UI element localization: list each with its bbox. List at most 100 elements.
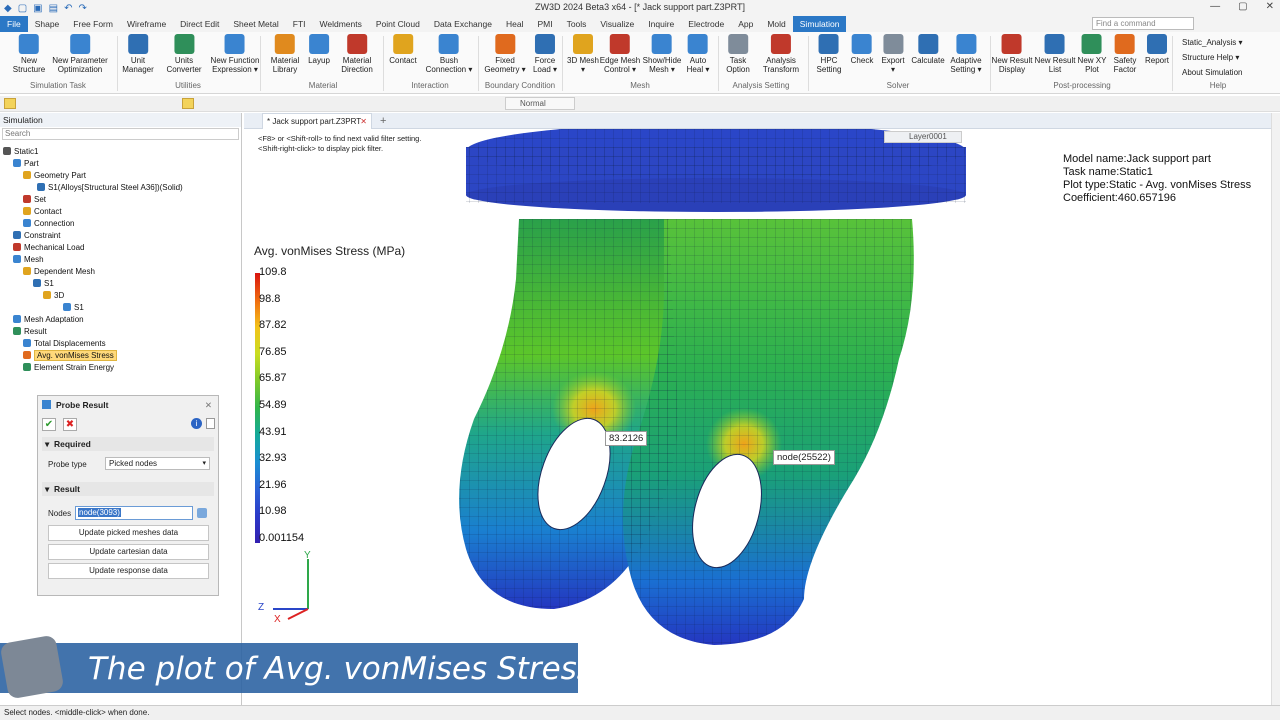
menu-simulation[interactable]: Simulation (792, 16, 847, 32)
menu-app[interactable]: App (731, 16, 760, 32)
ribbon-button-18[interactable]: HPC Setting (817, 34, 841, 74)
minimize-icon[interactable]: — (1210, 1, 1220, 12)
update-picked-meshes-button[interactable]: Update picked meshes data (48, 525, 209, 541)
update-cartesian-button[interactable]: Update cartesian data (48, 544, 209, 560)
ribbon-button-4[interactable]: New Function Expression ▾ (211, 34, 259, 74)
nodes-input[interactable]: node(3093) (75, 506, 193, 520)
ribbon-button-21[interactable]: Calculate (911, 34, 945, 65)
menu-mold[interactable]: Mold (760, 16, 792, 32)
display-mode-select[interactable]: Normal (505, 97, 575, 110)
ribbon-button-13[interactable]: Edge Mesh Control ▾ (600, 34, 640, 74)
tree-node[interactable]: Part (13, 157, 39, 169)
ribbon-button-27[interactable]: Report (1145, 34, 1169, 65)
menu-inquire[interactable]: Inquire (641, 16, 681, 32)
command-search-input[interactable]: Find a command (1092, 17, 1194, 30)
menu-visualize[interactable]: Visualize (593, 16, 641, 32)
ribbon-button-25[interactable]: New XY Plot (1078, 34, 1106, 74)
ribbon-button-12[interactable]: 3D Mesh ▾ (567, 34, 599, 74)
ribbon-button-23[interactable]: New Result Display (992, 34, 1032, 74)
menu-fti[interactable]: FTI (286, 16, 313, 32)
ribbon-button-24[interactable]: New Result List (1035, 34, 1075, 74)
ribbon-button-20[interactable]: Export ▾ (881, 34, 905, 74)
new-tab-icon[interactable]: + (380, 113, 386, 129)
menu-heal[interactable]: Heal (499, 16, 530, 32)
ribbon-button-22[interactable]: Adaptive Setting ▾ (950, 34, 982, 74)
tree-node[interactable]: Avg. vonMises Stress (23, 349, 117, 361)
maximize-icon[interactable]: ▢ (1238, 1, 1247, 12)
graphics-viewport[interactable]: <F8> or <Shift-roll> to find next valid … (244, 129, 1271, 705)
ribbon-button-15[interactable]: Auto Heal ▾ (687, 34, 709, 74)
layer-select[interactable]: Layer0001 (884, 131, 962, 143)
ribbon-button-17[interactable]: Analysis Transform (763, 34, 799, 74)
required-section[interactable]: ▾ Required (42, 437, 214, 451)
ribbon-button-8[interactable]: Contact (389, 34, 417, 65)
tree-node[interactable]: S1 (33, 277, 54, 289)
filter-icon[interactable] (182, 98, 194, 109)
info-icon[interactable]: i (191, 418, 202, 429)
menu-direct-edit[interactable]: Direct Edit (173, 16, 226, 32)
tree-node[interactable]: S1 (63, 301, 84, 313)
menu-data-exchange[interactable]: Data Exchange (427, 16, 499, 32)
result-section[interactable]: ▾ Result (42, 482, 214, 496)
ribbon-button-11[interactable]: Force Load ▾ (533, 34, 557, 74)
close-icon[interactable]: ✕ (1266, 1, 1274, 12)
menu-tools[interactable]: Tools (560, 16, 594, 32)
menu-weldments[interactable]: Weldments (313, 16, 369, 32)
tree-node[interactable]: Contact (23, 205, 62, 217)
tree-node[interactable]: Element Strain Energy (23, 361, 114, 373)
tree-node[interactable]: Mesh (13, 253, 44, 265)
menu-shape[interactable]: Shape (28, 16, 67, 32)
ribbon-button-9[interactable]: Bush Connection ▾ (426, 34, 472, 74)
ribbon-button-1[interactable]: New Parameter Optimization (52, 34, 108, 74)
tree-node[interactable]: Result (13, 325, 47, 337)
doc-tab[interactable]: * Jack support part.Z3PRT ✕ (262, 113, 372, 129)
tree-node[interactable]: Set (23, 193, 46, 205)
update-response-button[interactable]: Update response data (48, 563, 209, 579)
tree-node[interactable]: Mechanical Load (13, 241, 84, 253)
pin-icon[interactable] (206, 418, 215, 429)
hint-line-1: <F8> or <Shift-roll> to find next valid … (258, 134, 422, 143)
ribbon-button-5[interactable]: Material Library (271, 34, 299, 74)
menu-file[interactable]: File (0, 16, 28, 32)
menu-point-cloud[interactable]: Point Cloud (369, 16, 427, 32)
menu-pmi[interactable]: PMI (530, 16, 559, 32)
menu-sheet-metal[interactable]: Sheet Metal (226, 16, 285, 32)
tree-node[interactable]: Dependent Mesh (23, 265, 95, 277)
menu-free-form[interactable]: Free Form (66, 16, 120, 32)
tree-node[interactable]: Geometry Part (23, 169, 86, 181)
ok-check-icon[interactable]: ✔ (42, 418, 56, 431)
probe-type-select[interactable]: Picked nodes ▾ (105, 457, 210, 470)
cancel-x-icon[interactable]: ✖ (63, 418, 77, 431)
tab-close-icon[interactable]: ✕ (360, 114, 367, 130)
help-menu-item[interactable]: Static_Analysis ▾ (1182, 38, 1242, 47)
tree-node[interactable]: Total Displacements (23, 337, 106, 349)
ribbon-button-6[interactable]: Layup (308, 34, 330, 65)
stress-plot-model[interactable] (244, 129, 1271, 705)
ribbon-button-0[interactable]: New Structure (13, 34, 45, 74)
ribbon-button-7[interactable]: Material Direction (341, 34, 373, 74)
pick-node-icon[interactable] (197, 508, 207, 518)
tree-node-icon (13, 315, 21, 323)
ribbon-button-10[interactable]: Fixed Geometry ▾ (484, 34, 526, 74)
ribbon-button-26[interactable]: Safety Factor (1114, 34, 1136, 74)
tree-node[interactable]: Mesh Adaptation (13, 313, 84, 325)
help-menu-item[interactable]: About Simulation (1182, 68, 1242, 77)
tree-node[interactable]: Static1 (3, 145, 38, 157)
tree-node[interactable]: Constraint (13, 229, 60, 241)
tree-node[interactable]: 3D (43, 289, 64, 301)
dialog-close-icon[interactable]: ✕ (205, 396, 212, 414)
vertical-scrollbar[interactable] (1271, 113, 1280, 705)
ribbon-group-label: Interaction (411, 81, 449, 90)
tree-node[interactable]: S1(Alloys[Structural Steel A36])(Solid) (37, 181, 183, 193)
select-tool-icon[interactable] (4, 98, 16, 109)
ribbon-button-19[interactable]: Check (851, 34, 873, 65)
tree-node[interactable]: Connection (23, 217, 74, 229)
menu-electrode[interactable]: Electrode (681, 16, 731, 32)
ribbon-button-2[interactable]: Unit Manager (122, 34, 154, 74)
ribbon-button-3[interactable]: Units Converter (166, 34, 202, 74)
ribbon-button-16[interactable]: Task Option (726, 34, 750, 74)
menu-wireframe[interactable]: Wireframe (120, 16, 173, 32)
panel-search-input[interactable]: Search (2, 128, 239, 140)
ribbon-button-14[interactable]: Show/Hide Mesh ▾ (643, 34, 681, 74)
help-menu-item[interactable]: Structure Help ▾ (1182, 53, 1239, 62)
